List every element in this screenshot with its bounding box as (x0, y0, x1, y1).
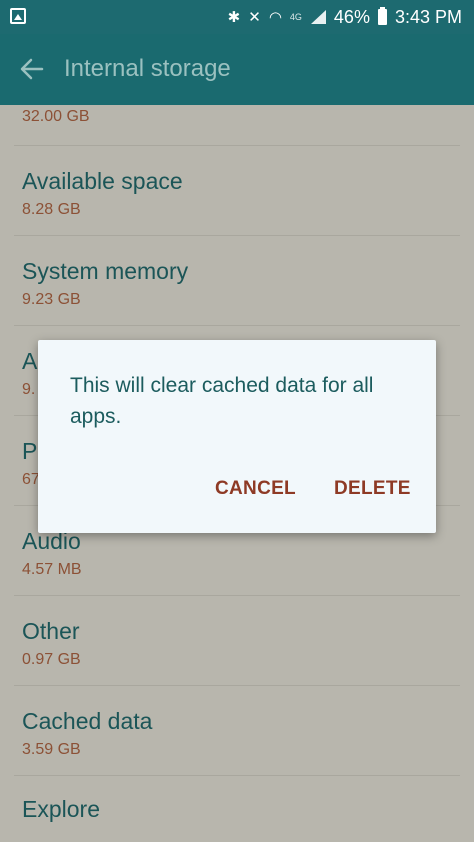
network-type: 4G (289, 12, 302, 22)
app-bar: Internal storage (0, 34, 474, 105)
dialog-message: This will clear cached data for all apps… (70, 374, 374, 428)
item-value: 8.28 GB (22, 201, 81, 218)
item-title: A (22, 348, 38, 374)
gallery-notification-icon (10, 8, 26, 24)
back-arrow-icon[interactable] (18, 55, 46, 83)
list-item-available-space[interactable]: Available space 8.28 GB (14, 146, 460, 236)
mute-icon: ✕ (248, 8, 261, 26)
item-value: 4.57 MB (22, 561, 82, 578)
battery-icon (377, 7, 387, 25)
item-value: 0.97 GB (22, 651, 81, 668)
item-title: Available space (22, 168, 183, 194)
list-item-cached-data[interactable]: Cached data 3.59 GB (14, 686, 460, 776)
status-icons: ✱ ✕ ◠ 4G 46% 3:43 PM (228, 0, 462, 34)
item-title: Cached data (22, 708, 153, 734)
list-item-total: 32.00 GB (14, 105, 460, 146)
status-bar: ✱ ✕ ◠ 4G 46% 3:43 PM (0, 0, 474, 34)
signal-icon (310, 9, 326, 25)
list-item-other[interactable]: Other 0.97 GB (14, 596, 460, 686)
item-title: System memory (22, 258, 189, 284)
item-title: P (22, 438, 38, 464)
item-title: Explore (22, 796, 100, 822)
clock: 3:43 PM (394, 6, 462, 27)
list-item-system-memory[interactable]: System memory 9.23 GB (14, 236, 460, 326)
item-value: 9.23 GB (22, 291, 81, 308)
battery-percent: 46% (333, 6, 370, 27)
item-title: Other (22, 618, 80, 644)
cancel-button[interactable]: CANCEL (215, 478, 296, 500)
page-title: Internal storage (64, 55, 231, 82)
item-value: 3.59 GB (22, 741, 81, 758)
item-value: 9. (22, 381, 36, 398)
list-item-explore[interactable]: Explore (14, 776, 460, 842)
bluetooth-icon: ✱ (227, 8, 241, 26)
delete-button[interactable]: DELETE (334, 478, 411, 500)
item-value: 32.00 GB (22, 108, 90, 125)
wifi-icon: ◠ (268, 8, 282, 26)
clear-cache-dialog: This will clear cached data for all apps… (38, 340, 436, 533)
